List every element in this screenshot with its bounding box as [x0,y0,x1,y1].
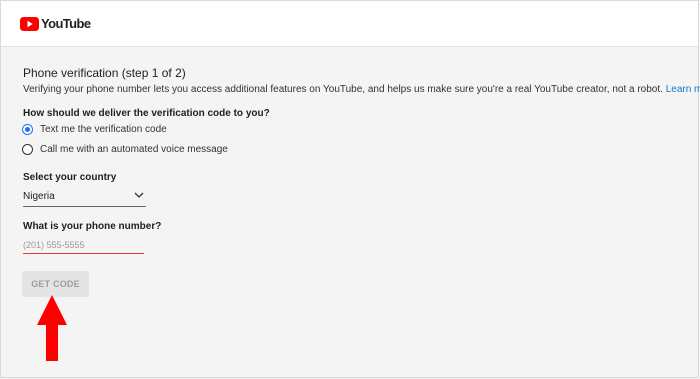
country-label: Select your country [23,172,117,183]
phone-number-input[interactable] [23,236,144,254]
country-select[interactable]: Nigeria [23,188,146,207]
radio-label-call: Call me with an automated voice message [40,144,228,155]
radio-option-call[interactable]: Call me with an automated voice message [22,144,228,155]
youtube-wordmark: YouTube [41,16,91,31]
youtube-logo[interactable]: YouTube [20,16,91,32]
get-code-button[interactable]: GET CODE [22,271,89,297]
youtube-play-icon [20,17,39,31]
top-bar: YouTube [1,1,698,47]
radio-button-text[interactable] [22,124,33,135]
radio-label-text: Text me the verification code [40,124,167,135]
description-text: Verifying your phone number lets you acc… [23,84,663,95]
verification-description: Verifying your phone number lets you acc… [23,84,700,95]
chevron-down-icon [134,192,144,198]
country-select-value: Nigeria [23,191,55,202]
radio-button-call[interactable] [22,144,33,155]
phone-label: What is your phone number? [23,221,162,232]
page-title: Phone verification (step 1 of 2) [23,66,186,80]
red-arrow-up-icon [37,295,67,361]
delivery-question: How should we deliver the verification c… [23,108,270,119]
learn-more-link[interactable]: Learn more [666,84,700,95]
radio-option-text[interactable]: Text me the verification code [22,124,167,135]
